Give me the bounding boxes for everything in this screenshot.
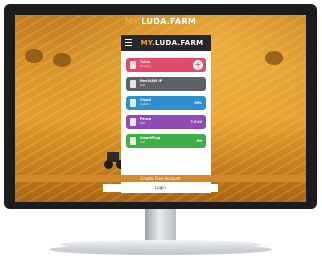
login-button[interactable]: Login	[103, 184, 218, 192]
device-name: SmartPlug	[140, 136, 161, 140]
app-logo-main: LUDA.FARM	[155, 39, 204, 47]
app-preview: MY.LUDA.FARM Table Pneumy + NeoVIAM IP T…	[121, 35, 211, 193]
device-card-fence[interactable]: Fence Test 7.5 kV	[126, 115, 206, 129]
device-sub: Test	[140, 141, 146, 144]
device-sub: Test	[140, 122, 146, 125]
logo-prefix: MY.	[124, 17, 142, 26]
device-name: NeoVIAM IP	[140, 79, 163, 83]
device-name: Table	[140, 60, 151, 64]
server-icon	[130, 80, 136, 88]
device-sub: System	[140, 103, 150, 106]
background-tree	[265, 51, 283, 65]
device-value: 7.5 kV	[190, 120, 202, 124]
table-icon	[130, 61, 136, 69]
device-card-cloud[interactable]: Cloud System 99%	[126, 96, 206, 110]
device-card-table[interactable]: Table Pneumy +	[126, 58, 206, 72]
screen: MY.LUDA.FARM MY.LUDA.FARM Table Pneumy +	[15, 15, 306, 202]
device-name: Fence	[140, 117, 152, 121]
app-logo: MY.LUDA.FARM	[127, 39, 217, 47]
background-tree	[53, 53, 71, 67]
add-device-button[interactable]: +	[193, 60, 203, 70]
device-name: Cloud	[140, 98, 151, 102]
cloud-icon	[130, 99, 136, 107]
background-tree	[25, 49, 43, 63]
logo-main: LUDA.FARM	[141, 17, 197, 26]
monitor-frame: MY.LUDA.FARM MY.LUDA.FARM Table Pneumy +	[4, 4, 317, 209]
fence-icon	[130, 118, 136, 126]
monitor-base-top	[60, 240, 261, 249]
create-account-button[interactable]: Create Free Account	[15, 175, 306, 182]
device-sub: Test	[140, 84, 146, 87]
device-list: Table Pneumy + NeoVIAM IP Test Cloud Sys…	[126, 58, 206, 153]
app-logo-prefix: MY.	[140, 39, 156, 47]
device-value: 99%	[194, 101, 202, 105]
plug-icon	[130, 137, 136, 145]
device-card-neoviam[interactable]: NeoVIAM IP Test	[126, 77, 206, 91]
device-value: ON	[196, 139, 202, 143]
site-logo: MY.LUDA.FARM	[15, 17, 306, 26]
device-sub: Pneumy	[140, 65, 151, 68]
app-header: MY.LUDA.FARM	[121, 35, 211, 51]
device-card-smartplug[interactable]: SmartPlug Test ON	[126, 134, 206, 148]
